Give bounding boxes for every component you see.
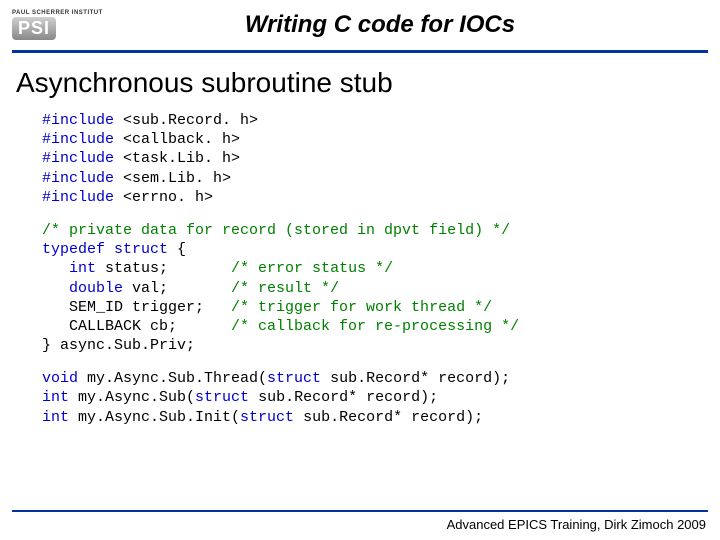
logo-institute-text: PAUL SCHERRER INSTITUT: [12, 10, 103, 16]
slide-footer: Advanced EPICS Training, Dirk Zimoch 200…: [447, 517, 706, 532]
proto-1b: sub.Record* record);: [321, 370, 510, 387]
field-val: val;: [123, 280, 231, 297]
comment-priv: /* private data for record (stored in dp…: [42, 222, 510, 239]
kw-struct: struct: [195, 389, 249, 406]
kw-double: double: [42, 280, 123, 297]
field-status: status;: [96, 260, 231, 277]
slide-header: PAUL SCHERRER INSTITUT PSI Writing C cod…: [0, 0, 720, 48]
kw-include: #include: [42, 112, 114, 129]
kw-int: int: [42, 260, 96, 277]
include-file-1: <sub.Record. h>: [114, 112, 258, 129]
slide-content: Asynchronous subroutine stub #include <s…: [0, 53, 720, 427]
kw-typedef: typedef struct: [42, 241, 168, 258]
kw-int: int: [42, 409, 69, 426]
kw-struct: struct: [240, 409, 294, 426]
code-typedef: /* private data for record (stored in dp…: [42, 221, 700, 355]
comment-val: /* result */: [231, 280, 339, 297]
kw-include: #include: [42, 150, 114, 167]
include-file-3: <task.Lib. h>: [114, 150, 240, 167]
include-file-4: <sem.Lib. h>: [114, 170, 231, 187]
proto-1a: my.Async.Sub.Thread(: [78, 370, 267, 387]
comment-trigger: /* trigger for work thread */: [231, 299, 492, 316]
brace-open: {: [168, 241, 186, 258]
proto-3a: my.Async.Sub.Init(: [69, 409, 240, 426]
field-cb: CALLBACK cb;: [42, 318, 231, 335]
include-file-5: <errno. h>: [114, 189, 213, 206]
comment-cb: /* callback for re-processing */: [231, 318, 519, 335]
psi-logo: PAUL SCHERRER INSTITUT PSI: [12, 6, 112, 44]
footer-divider: [12, 510, 708, 512]
section-heading: Asynchronous subroutine stub: [16, 67, 700, 99]
field-trigger: SEM_ID trigger;: [42, 299, 231, 316]
proto-3b: sub.Record* record);: [294, 409, 483, 426]
kw-struct: struct: [267, 370, 321, 387]
kw-int: int: [42, 389, 69, 406]
code-includes: #include <sub.Record. h> #include <callb…: [42, 111, 700, 207]
kw-include: #include: [42, 189, 114, 206]
comment-status: /* error status */: [231, 260, 393, 277]
include-file-2: <callback. h>: [114, 131, 240, 148]
slide-title: Writing C code for IOCs: [112, 11, 708, 39]
kw-include: #include: [42, 131, 114, 148]
brace-close: } async.Sub.Priv;: [42, 337, 195, 354]
proto-2a: my.Async.Sub(: [69, 389, 195, 406]
logo-psi-box: PSI: [12, 17, 56, 41]
kw-void: void: [42, 370, 78, 387]
kw-include: #include: [42, 170, 114, 187]
proto-2b: sub.Record* record);: [249, 389, 438, 406]
code-prototypes: void my.Async.Sub.Thread(struct sub.Reco…: [42, 369, 700, 427]
